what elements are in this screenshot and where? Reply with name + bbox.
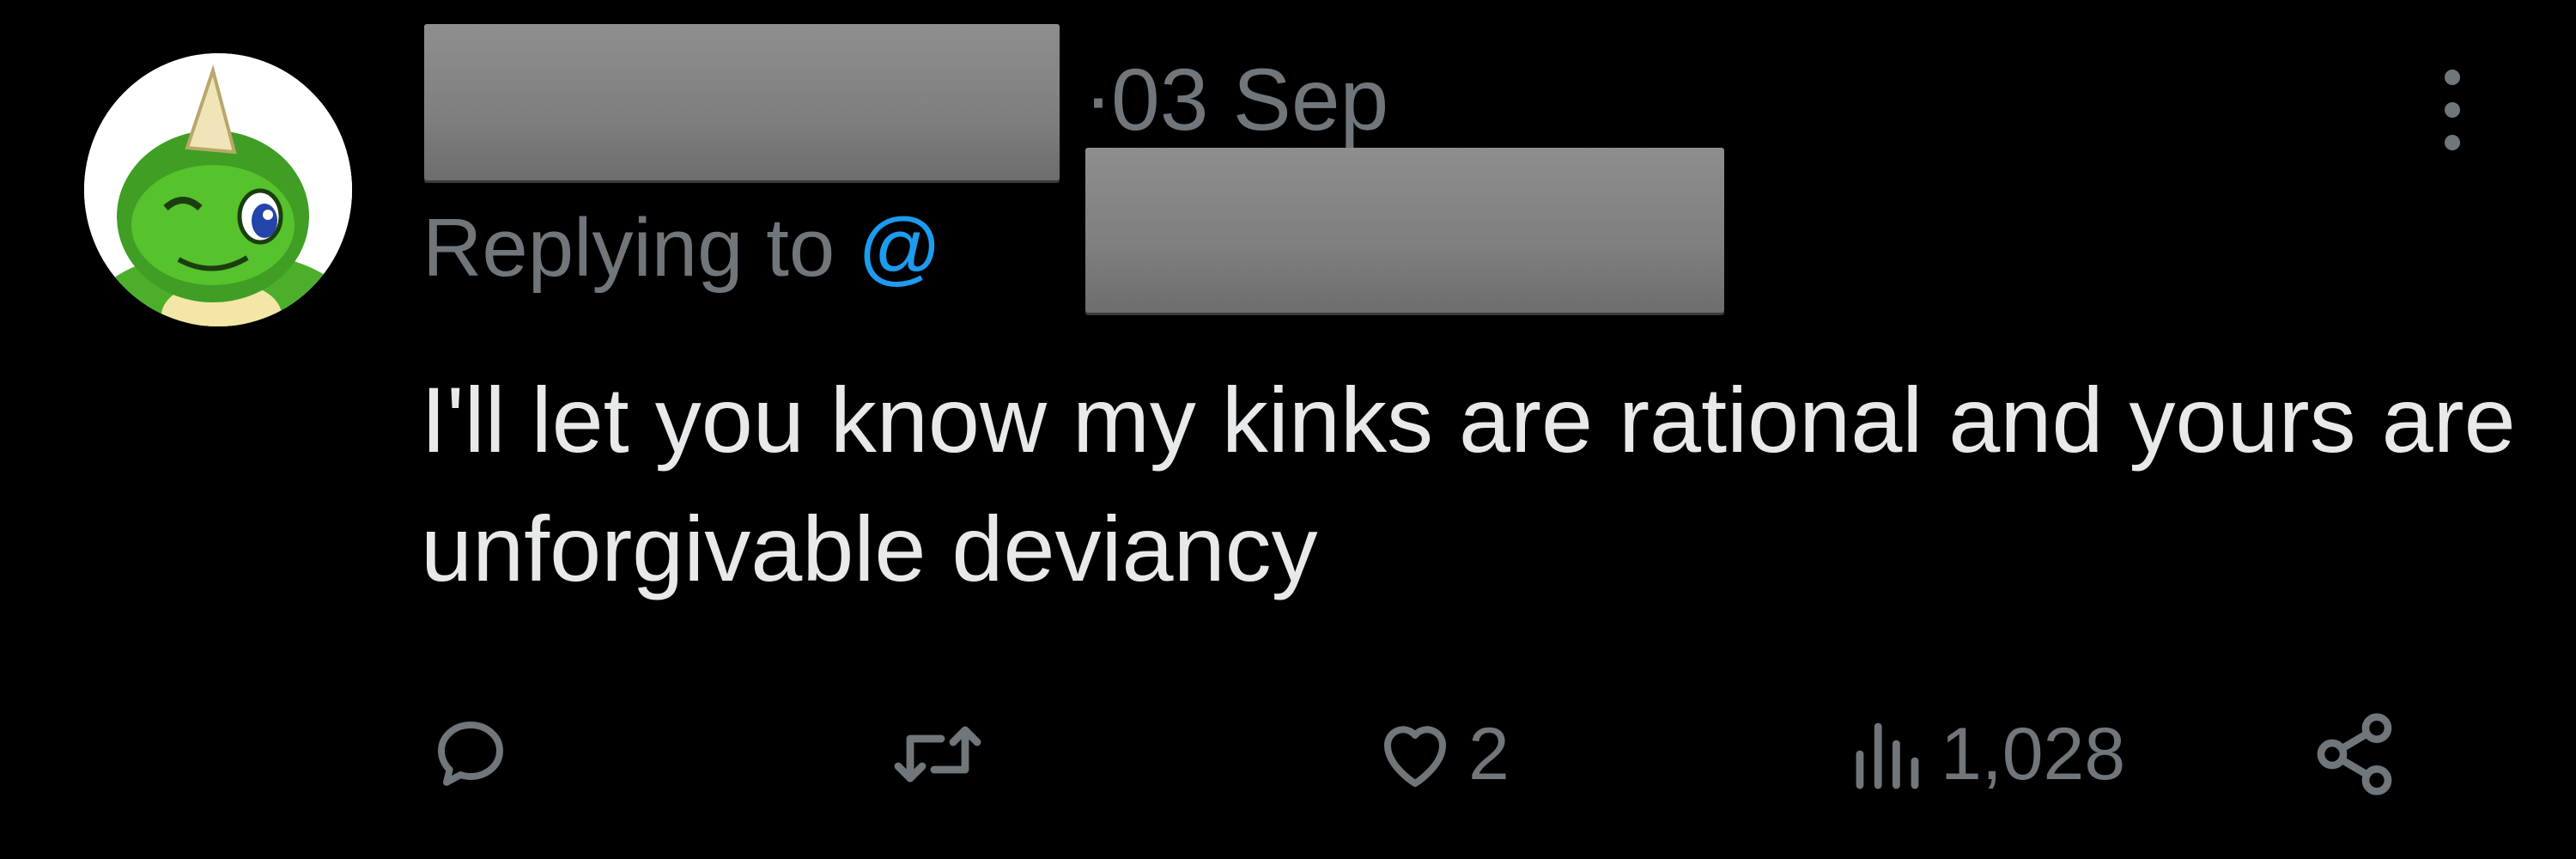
replying-to-label: Replying to [422,202,858,294]
views-icon [1856,722,1919,789]
separator-dot: · [1084,48,1113,146]
replying-to-handle[interactable]: @ [858,202,941,294]
avatar-image [84,53,352,326]
retweet-button[interactable] [893,703,994,806]
views-button[interactable]: 1,028 [1846,703,2125,806]
reply-icon [438,722,503,786]
avatar[interactable] [84,53,352,326]
like-button[interactable]: 2 [1374,703,1510,806]
reply-button[interactable] [429,703,524,806]
more-icon[interactable] [2435,67,2470,153]
share-icon [2317,713,2392,795]
retweet-icon [894,726,981,783]
share-button[interactable] [2310,703,2399,806]
heart-icon [1384,726,1446,787]
redacted-reply-handle [1085,148,1724,313]
redacted-author-name [424,24,1060,180]
like-count: 2 [1468,713,1510,795]
view-count: 1,028 [1941,713,2126,795]
replying-to: Replying to @ [422,203,941,294]
tweet-date[interactable]: 03 Sep [1111,52,1388,148]
tweet-text: I'll let you know my kinks are rational … [421,368,2516,600]
